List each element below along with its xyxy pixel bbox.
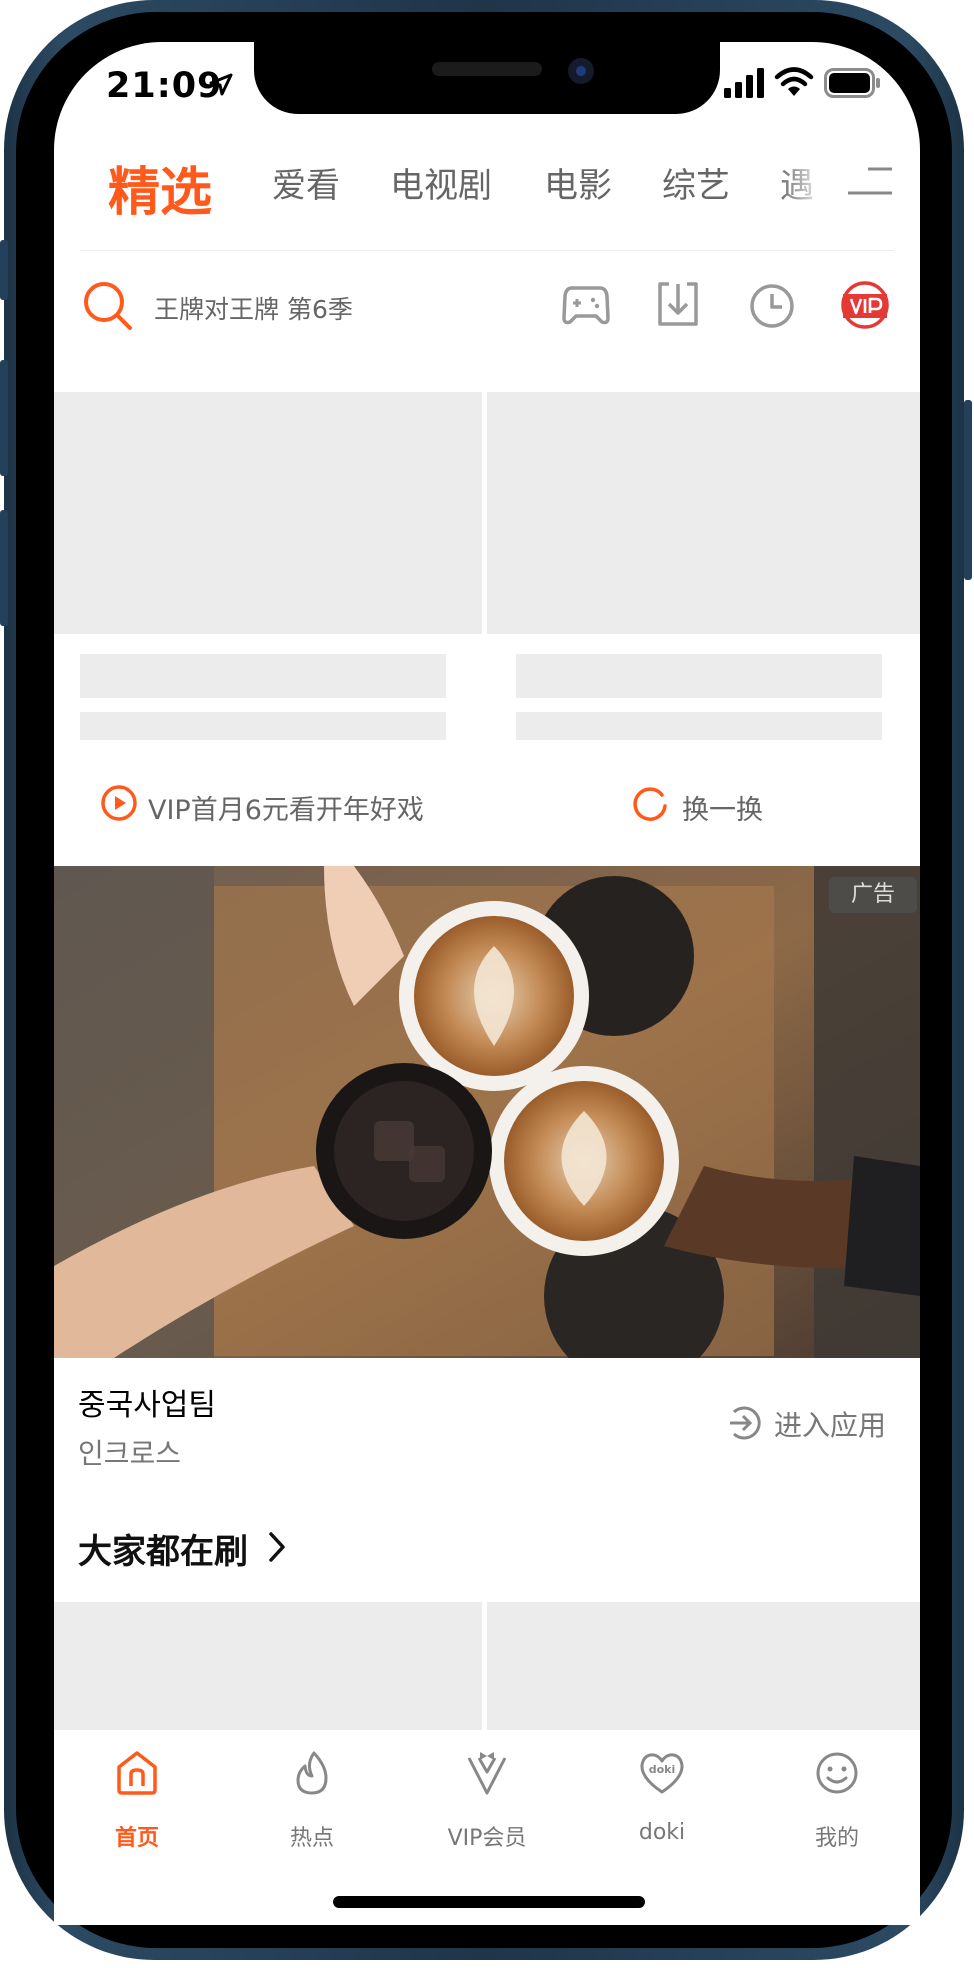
nav-doki[interactable]: doki doki — [602, 1750, 722, 1860]
chevron-right-icon[interactable] — [266, 1530, 288, 1564]
tab-movies[interactable]: 电影 — [544, 158, 612, 207]
nav-hot[interactable]: 热点 — [252, 1750, 372, 1860]
svg-text:doki: doki — [649, 1763, 676, 1776]
enter-app-label: 进入应用 — [774, 1409, 887, 1442]
nav-home[interactable]: 首页 — [77, 1750, 197, 1860]
gamepad-icon[interactable] — [562, 282, 610, 328]
nav-hot-label: 热点 — [289, 1826, 334, 1851]
tab-divider — [80, 250, 894, 251]
nav-mine-label: 我的 — [814, 1826, 859, 1851]
skeleton-thumbnail-left — [54, 392, 482, 634]
skeleton-title-right — [516, 654, 882, 698]
refresh-icon — [633, 787, 667, 821]
ad-banner-image[interactable] — [54, 866, 920, 1358]
wifi-icon — [774, 67, 814, 96]
skeleton-subtitle-right — [516, 712, 882, 740]
ad-subtitle: 인크로스 — [78, 1437, 182, 1470]
signal-icon — [724, 68, 764, 98]
skeleton-thumbnail-right-2 — [487, 1602, 920, 1732]
menu-icon[interactable] — [848, 166, 892, 196]
ad-title: 중국사업팀 — [78, 1388, 216, 1423]
notch — [254, 42, 720, 114]
doki-heart-icon: doki — [640, 1753, 684, 1794]
tab-tv-series[interactable]: 电视剧 — [390, 158, 492, 207]
nav-doki-label: doki — [638, 1820, 686, 1845]
ad-badge: 广告 — [829, 877, 917, 913]
tab-fade — [778, 150, 846, 210]
status-time: 21:09 — [106, 66, 223, 106]
power-button — [964, 400, 972, 580]
skeleton-subtitle-left — [80, 712, 446, 740]
skeleton-thumbnail-right — [487, 392, 920, 634]
nav-home-label: 首页 — [114, 1826, 159, 1851]
speaker — [432, 62, 542, 76]
nav-vip-label: VIP会员 — [447, 1826, 527, 1851]
skeleton-thumbnail-left-2 — [54, 1602, 482, 1732]
home-indicator — [333, 1896, 645, 1908]
front-camera — [568, 58, 594, 84]
history-clock-icon[interactable] — [748, 282, 796, 330]
refresh-button[interactable]: 换一换 — [682, 788, 763, 827]
location-arrow-icon — [209, 73, 233, 96]
tab-aikan[interactable]: 爱看 — [272, 158, 340, 207]
vip-badge-icon[interactable] — [840, 280, 890, 330]
home-icon — [117, 1751, 157, 1795]
volume-down-button — [0, 510, 8, 626]
volume-up-button — [0, 360, 8, 476]
battery-icon — [824, 68, 880, 98]
tab-variety[interactable]: 综艺 — [662, 158, 730, 207]
enter-arrow-icon — [730, 1406, 761, 1440]
search-icon — [84, 282, 132, 330]
search-placeholder: 王牌对王牌 第6季 — [154, 295, 353, 324]
download-icon[interactable] — [656, 280, 700, 328]
play-circle-icon — [101, 785, 137, 821]
flame-icon — [296, 1751, 328, 1795]
section-title[interactable]: 大家都在刷 — [78, 1524, 248, 1573]
nav-mine[interactable]: 我的 — [777, 1750, 897, 1860]
smiley-icon — [816, 1752, 858, 1794]
search-input[interactable]: 王牌对王牌 第6季 — [82, 278, 462, 334]
vip-tuxedo-icon — [467, 1752, 507, 1795]
nav-vip[interactable]: VIP会员 — [427, 1750, 547, 1860]
tab-selected[interactable]: 精选 — [108, 150, 212, 225]
mute-switch — [0, 240, 8, 300]
skeleton-title-left — [80, 654, 446, 698]
vip-promo-link[interactable]: VIP首月6元看开年好戏 — [148, 788, 424, 827]
